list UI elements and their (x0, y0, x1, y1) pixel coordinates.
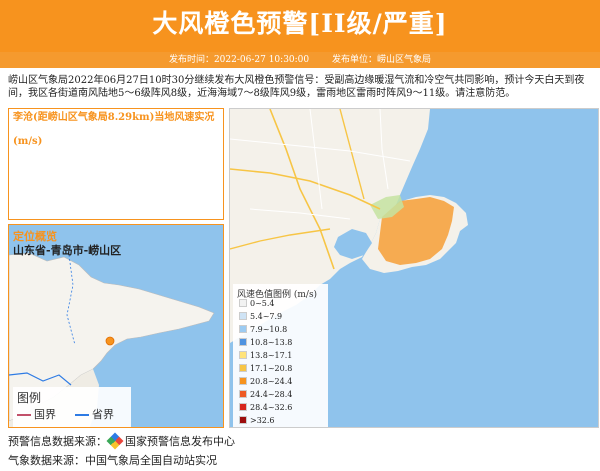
color-swatch (239, 325, 247, 333)
wind-speed-panel: 李沧(距崂山区气象局8.29km)当地风速实况 (m/s) (8, 108, 224, 220)
wind-legend-item: 17.1~20.8 (239, 363, 292, 374)
color-swatch (239, 377, 247, 385)
wind-panel-unit: (m/s) (13, 136, 43, 147)
provincial-boundary-line-icon (75, 414, 89, 416)
wind-legend-item: 28.4~32.6 (239, 402, 292, 413)
warning-center-link[interactable]: 国家预警信息发布中心 (125, 435, 235, 448)
warning-meta-bar: 发布时间：2022-06-27 10:30:00 发布单位：崂山区气象局 (0, 52, 600, 68)
wind-legend-item: >32.6 (239, 415, 275, 426)
boundary-legend: 图例 国界 省界 (13, 387, 131, 427)
color-swatch (239, 312, 247, 320)
legend-provincial-boundary: 省界 (75, 406, 114, 422)
wind-map-panel: 风速色值图例 (m/s) 0~5.4 5.4~7.9 7.9~10.8 10.8… (229, 108, 599, 428)
wind-legend-item: 20.8~24.4 (239, 376, 292, 387)
wind-legend-item: 7.9~10.8 (239, 324, 287, 335)
wind-legend-item: 0~5.4 (239, 298, 275, 309)
wind-legend-item: 10.8~13.8 (239, 337, 292, 348)
legend-national-boundary: 国界 (17, 406, 56, 422)
wind-legend-item: 24.4~28.4 (239, 389, 292, 400)
boundary-legend-title: 图例 (17, 391, 42, 405)
location-overview-panel: 定位概览 山东省-青岛市-崂山区 图例 国界 省界 (8, 224, 224, 428)
color-swatch (239, 338, 247, 346)
publisher: 发布单位：崂山区气象局 (332, 55, 432, 65)
wind-legend-item: 13.8~17.1 (239, 350, 292, 361)
national-boundary-line-icon (17, 414, 31, 416)
warning-center-logo-icon (106, 432, 124, 450)
warning-data-source: 预警信息数据来源： 国家预警信息发布中心 (8, 432, 235, 450)
warning-description: 崂山区气象局2022年06月27日10时30分继续发布大风橙色预警信号：受副高边… (8, 75, 585, 99)
wind-panel-title: 李沧(距崂山区气象局8.29km)当地风速实况 (13, 112, 215, 123)
color-swatch (239, 403, 247, 411)
color-swatch (239, 416, 247, 424)
weather-data-source: 气象数据来源：中国气象局全国自动站实况 (8, 454, 217, 467)
warning-title: 大风橙色预警[II级/严重] (152, 9, 448, 38)
color-swatch (239, 351, 247, 359)
wind-speed-legend: 风速色值图例 (m/s) 0~5.4 5.4~7.9 7.9~10.8 10.8… (233, 284, 328, 427)
warning-header: 大风橙色预警[II级/严重] 发布时间：2022-06-27 10:30:00 … (0, 0, 600, 68)
color-swatch (239, 299, 247, 307)
color-swatch (239, 390, 247, 398)
wind-legend-item: 5.4~7.9 (239, 311, 282, 322)
publish-time: 发布时间：2022-06-27 10:30:00 (168, 55, 310, 65)
laoshan-location-marker (105, 336, 115, 346)
location-text: 山东省-青岛市-崂山区 (13, 244, 122, 257)
color-swatch (239, 364, 247, 372)
